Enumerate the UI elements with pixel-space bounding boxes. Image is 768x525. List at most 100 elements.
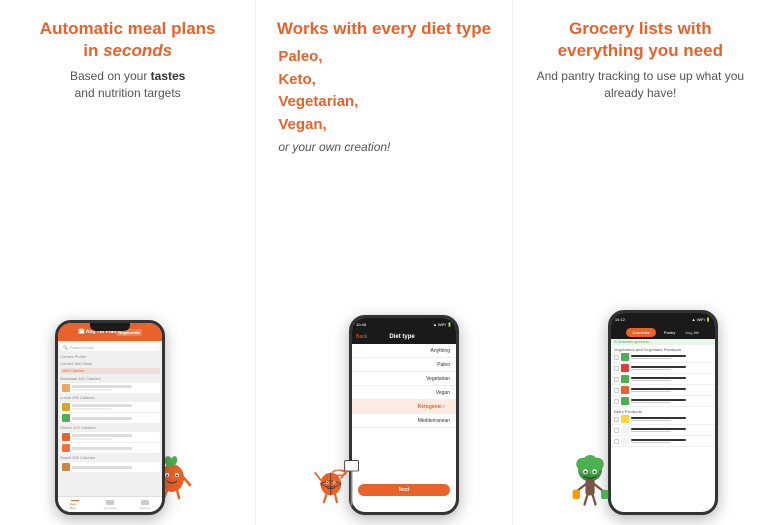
check-cheddar[interactable] bbox=[614, 417, 619, 422]
meal-oatmeal[interactable] bbox=[60, 383, 160, 393]
check-lettuce[interactable] bbox=[614, 399, 619, 404]
thumb-whey bbox=[621, 426, 629, 434]
panel-3: Grocery lists with everything you need A… bbox=[513, 0, 768, 525]
grocery-lettuce[interactable] bbox=[611, 396, 715, 407]
diet-item-mediterranean[interactable]: Mediterranean bbox=[352, 414, 456, 428]
tab-settings-1[interactable]: Settings bbox=[139, 500, 151, 510]
phone-notch-3 bbox=[643, 313, 683, 321]
phone-1: 🗓 Aug 7th Plan Regenerate Search foods C… bbox=[55, 320, 165, 515]
section-profile: Current Profile bbox=[58, 353, 162, 360]
panel-3-title: Grocery lists with everything you need bbox=[525, 18, 756, 62]
panel-1-subtitle: Based on your tastes and nutrition targe… bbox=[70, 68, 185, 102]
time-2: 10:48 bbox=[356, 322, 366, 327]
diet-vegan: Vegan, bbox=[278, 116, 326, 133]
panel-2-title: Works with every diet type bbox=[277, 18, 491, 40]
section-lunch: Lunch 430 Calories bbox=[58, 394, 162, 401]
diet-item-vegetarian[interactable]: Vegetarian bbox=[352, 372, 456, 386]
panel-2: Works with every diet type Paleo, Keto, … bbox=[256, 0, 512, 525]
text-red-pepper bbox=[631, 366, 712, 371]
diet-paleo: Paleo, bbox=[278, 48, 322, 65]
diet-item-anything[interactable]: Anything bbox=[352, 344, 456, 358]
check-celery[interactable] bbox=[614, 355, 619, 360]
meal-peanut[interactable] bbox=[60, 462, 160, 472]
tab-pantry[interactable]: Pantry bbox=[658, 328, 682, 337]
text-whey bbox=[631, 428, 712, 433]
tab-groceries-active[interactable]: Groceries bbox=[626, 328, 655, 337]
text-cheddar bbox=[631, 417, 712, 422]
check-red-pepper[interactable] bbox=[614, 366, 619, 371]
time-3: 10:12 bbox=[615, 317, 625, 322]
thumb-cheddar bbox=[621, 415, 629, 423]
check-whey[interactable] bbox=[614, 428, 619, 433]
check-yogurt[interactable] bbox=[614, 439, 619, 444]
tab-groceries-1[interactable]: Groceries bbox=[104, 500, 116, 510]
diet-type-title: Diet type bbox=[389, 334, 414, 340]
subtitle-nutrition: and nutrition targets bbox=[75, 86, 181, 100]
panel-3-title-text: Grocery lists with everything you need bbox=[558, 19, 723, 60]
meal-chicken[interactable] bbox=[60, 432, 160, 442]
thumb-red-pepper bbox=[621, 364, 629, 372]
text-celery bbox=[631, 355, 712, 360]
section-vegetables: Vegetables and Vegetable Products bbox=[611, 345, 715, 352]
panel-3-subtitle: And pantry tracking to use up what you a… bbox=[525, 68, 756, 102]
check-spinach[interactable] bbox=[614, 377, 619, 382]
title-italic: seconds bbox=[103, 41, 172, 60]
status-icons-2: ▲ WiFi 🔋 bbox=[433, 322, 452, 327]
tab-meal-plan[interactable]: Meal Plan bbox=[69, 500, 81, 510]
character-broccoli-mascot bbox=[568, 455, 613, 510]
phone-1-container: 🗓 Aug 7th Plan Regenerate Search foods C… bbox=[55, 112, 200, 515]
bottom-tab-bar-1: Meal Plan Groceries Settings bbox=[58, 496, 162, 512]
section-stats: Current Diet Stats bbox=[58, 360, 162, 367]
grocery-whey[interactable] bbox=[611, 425, 715, 436]
section-dairy: Dairy Products bbox=[611, 407, 715, 414]
search-bar-1[interactable]: Search foods bbox=[60, 343, 160, 351]
character-basketball-mascot bbox=[314, 445, 364, 510]
grocery-baby-carrots[interactable] bbox=[611, 385, 715, 396]
phone-notch-2 bbox=[384, 318, 424, 326]
subtitle-tastes: tastes bbox=[151, 69, 186, 83]
text-baby-carrots bbox=[631, 388, 712, 393]
meal-turkey[interactable] bbox=[60, 402, 160, 412]
subtitle-based: Based on your bbox=[70, 69, 151, 83]
diet-item-vegan[interactable]: Vegan bbox=[352, 386, 456, 400]
text-lettuce bbox=[631, 399, 712, 404]
grocery-tab-bar: Groceries Pantry Aug 8th bbox=[611, 325, 715, 339]
back-button-2[interactable]: Back bbox=[356, 334, 367, 340]
check-baby-carrots[interactable] bbox=[614, 388, 619, 393]
section-dinner: Dinner 470 Calories bbox=[58, 424, 162, 431]
status-icons-3: ▲ WiFi 🔋 bbox=[692, 317, 711, 322]
phone-3-container: 10:12 ▲ WiFi 🔋 Groceries Pantry Aug 8th … bbox=[563, 112, 718, 515]
meal-bellpepper[interactable] bbox=[60, 443, 160, 453]
panel-1-title: Automatic meal plans in seconds bbox=[40, 18, 216, 62]
meal-avocado[interactable] bbox=[60, 413, 160, 423]
panel-2-title-text: Works with every diet type bbox=[277, 19, 491, 38]
text-yogurt bbox=[631, 439, 712, 444]
next-button[interactable]: Next bbox=[358, 484, 450, 496]
phone-2: 10:48 ▲ WiFi 🔋 Back Diet type Anything P… bbox=[349, 315, 459, 515]
diet-vegetarian: Vegetarian, bbox=[278, 93, 358, 110]
diet-item-ketogenic[interactable]: Ketogenic ✓ bbox=[352, 400, 456, 414]
thumb-baby-carrots bbox=[621, 386, 629, 394]
phone-notch-1 bbox=[90, 323, 130, 331]
title-line1: Automatic meal plans bbox=[40, 19, 216, 38]
calorie-bar: 1604 Calories bbox=[60, 368, 160, 374]
section-snack: Snack 500 Calories bbox=[58, 454, 162, 461]
phone-screen-1: 🗓 Aug 7th Plan Regenerate Search foods C… bbox=[58, 323, 162, 512]
grocery-spinach[interactable] bbox=[611, 374, 715, 385]
grocery-red-pepper[interactable] bbox=[611, 363, 715, 374]
text-spinach bbox=[631, 377, 712, 382]
thumb-spinach bbox=[621, 375, 629, 383]
diet-item-paleo[interactable]: Paleo bbox=[352, 358, 456, 372]
thumb-celery bbox=[621, 353, 629, 361]
title-line2: in bbox=[83, 41, 103, 60]
phone-3: 10:12 ▲ WiFi 🔋 Groceries Pantry Aug 8th … bbox=[608, 310, 718, 515]
diet-types-list: Paleo, Keto, Vegetarian, Vegan, or your … bbox=[268, 46, 499, 154]
thumb-yogurt bbox=[621, 437, 629, 445]
grocery-yogurt[interactable] bbox=[611, 436, 715, 447]
panel-1: Automatic meal plans in seconds Based on… bbox=[0, 0, 256, 525]
grocery-celery[interactable] bbox=[611, 352, 715, 363]
phone-screen-2: 10:48 ▲ WiFi 🔋 Back Diet type Anything P… bbox=[352, 318, 456, 512]
section-breakfast: Breakfast 400 Calories bbox=[58, 375, 162, 382]
phone-screen-3: 10:12 ▲ WiFi 🔋 Groceries Pantry Aug 8th … bbox=[611, 313, 715, 512]
grocery-cheddar[interactable] bbox=[611, 414, 715, 425]
